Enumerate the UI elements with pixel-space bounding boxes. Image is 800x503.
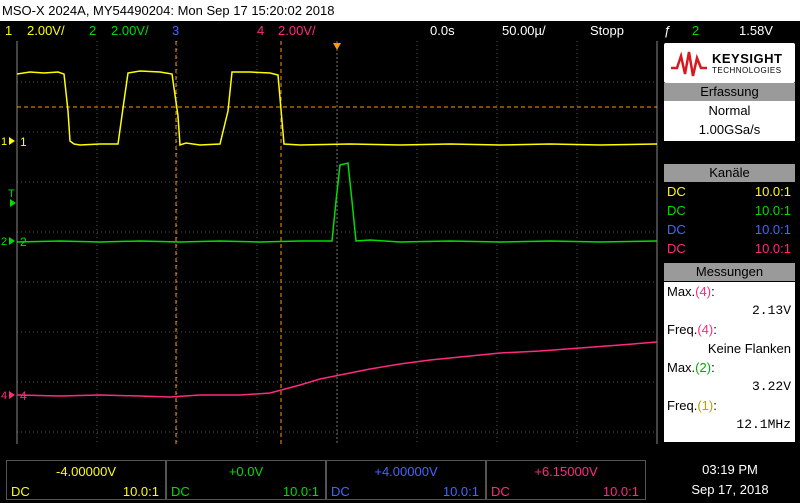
bottom-ch1-offset: -4.00000V	[56, 464, 116, 479]
measurements-panel[interactable]: Max.(4): 2.13V Freq.(4): Keine Flanken M…	[664, 282, 795, 442]
bottom-ch1-box[interactable]: -4.00000V DC 10.0:1	[6, 460, 166, 500]
ch4-ground-marker[interactable]: 4 4	[1, 389, 27, 403]
acquisition-heading[interactable]: Erfassung	[664, 83, 795, 101]
bottom-ch1-probe: 10.0:1	[122, 484, 159, 499]
bottom-ch3-offset: +4.00000V	[374, 464, 438, 479]
meas-4-value: 12.1MHz	[736, 417, 791, 432]
clock-time: 03:19 PM	[702, 462, 758, 477]
clock-date: Sep 17, 2018	[691, 482, 769, 497]
acquisition-panel[interactable]: Normal 1.00GSa/s	[664, 101, 795, 141]
meas-1-value: 2.13V	[751, 303, 791, 318]
bottom-ch4-coupling: DC	[491, 484, 510, 499]
ch2-scale[interactable]: 2.00V/	[111, 21, 149, 41]
ch4-number[interactable]: 4	[257, 21, 264, 41]
ch1-number[interactable]: 1	[5, 21, 12, 41]
ch1-probe: 10.0:1	[754, 184, 791, 199]
meas-1-suffix: :	[711, 284, 715, 299]
trigger-source[interactable]: 2	[692, 21, 699, 41]
meas-3-src: (2)	[695, 360, 712, 375]
window-title: MSO-X 2024A, MY54490204: Mon Sep 17 15:2…	[0, 0, 800, 21]
ch4-marker-label: 4	[1, 390, 7, 402]
trigger-level-marker[interactable]: T	[8, 188, 16, 207]
meas-3-value: 3.22V	[751, 379, 791, 394]
measurement-1-label-row: Max.(4):	[664, 282, 795, 301]
sample-rate: 1.00GSa/s	[698, 122, 761, 137]
measurement-4-value-row: 12.1MHz	[664, 415, 795, 434]
meas-4-label: Freq.	[667, 398, 698, 413]
keysight-wave-icon	[671, 51, 707, 77]
measurements-heading[interactable]: Messungen	[664, 263, 795, 281]
side-panel: KEYSIGHT TECHNOLOGIES Erfassung Normal 1…	[660, 41, 800, 444]
meas-1-label: Max.	[667, 284, 696, 299]
bottom-ch4-offset: +6.15000V	[534, 464, 598, 479]
bottom-ch4-probe: 10.0:1	[602, 484, 639, 499]
ch2-trace-label: 2	[20, 235, 27, 249]
channel-row-1[interactable]: DC 10.0:1	[664, 182, 795, 201]
ch1-scale[interactable]: 2.00V/	[27, 21, 65, 41]
channel-row-2[interactable]: DC 10.0:1	[664, 201, 795, 220]
bottom-ch4-box[interactable]: +6.15000V DC 10.0:1	[486, 460, 646, 500]
ch3-number[interactable]: 3	[172, 21, 179, 41]
time-offset[interactable]: 0.0s	[430, 21, 455, 41]
ch1-trace-label: 1	[20, 135, 27, 149]
status-bar: 1 2.00V/ 2 2.00V/ 3 4 2.00V/ 0.0s 50.00µ…	[0, 21, 800, 41]
meas-2-value: Keine Flanken	[707, 341, 791, 356]
meas-3-label: Max.	[667, 360, 696, 375]
bottom-ch3-coupling: DC	[331, 484, 350, 499]
time-scale[interactable]: 50.00µ/	[502, 21, 546, 41]
channel-row-4[interactable]: DC 10.0:1	[664, 239, 795, 258]
run-state[interactable]: Stopp	[590, 21, 624, 41]
ch2-ground-marker[interactable]: 2 2	[1, 235, 27, 249]
meas-2-src: (4)	[697, 322, 714, 337]
ch2-coupling: DC	[667, 203, 686, 218]
meas-3-suffix: :	[711, 360, 715, 375]
ch4-probe: 10.0:1	[754, 241, 791, 256]
ch1-coupling: DC	[667, 184, 686, 199]
clock: 03:19 PM Sep 17, 2018	[660, 460, 800, 500]
channels-heading[interactable]: Kanäle	[664, 164, 795, 182]
trigger-position-marker	[333, 43, 341, 50]
meas-2-suffix: :	[713, 322, 717, 337]
measurement-3-label-row: Max.(2):	[664, 358, 795, 377]
bottom-ch3-box[interactable]: +4.00000V DC 10.0:1	[326, 460, 486, 500]
measurement-2-label-row: Freq.(4):	[664, 320, 795, 339]
trigger-marker-label: T	[8, 188, 15, 200]
trigger-level[interactable]: 1.58V	[739, 21, 773, 41]
measurement-2-value-row: Keine Flanken	[664, 339, 795, 358]
bottom-ch2-offset: +0.0V	[228, 464, 264, 479]
ch1-ground-marker[interactable]: 1 1	[1, 135, 27, 149]
meas-2-label: Freq.	[667, 322, 698, 337]
trigger-slope-icon[interactable]: ƒ	[664, 21, 671, 41]
waveform-display[interactable]: 1 1 T 2 2 4 4	[0, 41, 660, 444]
logo-line2: TECHNOLOGIES	[712, 66, 782, 75]
keysight-logo: KEYSIGHT TECHNOLOGIES	[664, 43, 795, 83]
ch4-trace-label: 4	[20, 389, 27, 403]
ch2-probe: 10.0:1	[754, 203, 791, 218]
bottom-ch2-box[interactable]: +0.0V DC 10.0:1	[166, 460, 326, 500]
ch1-marker-label: 1	[1, 136, 7, 148]
measurement-4-label-row: Freq.(1):	[664, 396, 795, 415]
ch2-number[interactable]: 2	[89, 21, 96, 41]
bottom-ch3-probe: 10.0:1	[442, 484, 479, 499]
acquisition-mode: Normal	[708, 103, 751, 118]
ch3-probe: 10.0:1	[754, 222, 791, 237]
channel-info-bar: -4.00000V DC 10.0:1 +0.0V DC 10.0:1 +4.0…	[0, 458, 800, 503]
channel-row-3[interactable]: DC 10.0:1	[664, 220, 795, 239]
meas-1-src: (4)	[695, 284, 712, 299]
ch4-coupling: DC	[667, 241, 686, 256]
ch3-coupling: DC	[667, 222, 686, 237]
ch2-marker-label: 2	[1, 236, 7, 248]
measurement-3-value-row: 3.22V	[664, 377, 795, 396]
bottom-ch2-probe: 10.0:1	[282, 484, 319, 499]
bottom-ch2-coupling: DC	[171, 484, 190, 499]
meas-4-src: (1)	[697, 398, 714, 413]
measurement-1-value-row: 2.13V	[664, 301, 795, 320]
logo-line1: KEYSIGHT	[712, 51, 783, 66]
bottom-ch1-coupling: DC	[11, 484, 30, 499]
ch4-scale[interactable]: 2.00V/	[278, 21, 316, 41]
meas-4-suffix: :	[713, 398, 717, 413]
channels-panel[interactable]: DC 10.0:1 DC 10.0:1 DC 10.0:1 DC 10.0:1	[664, 182, 795, 262]
